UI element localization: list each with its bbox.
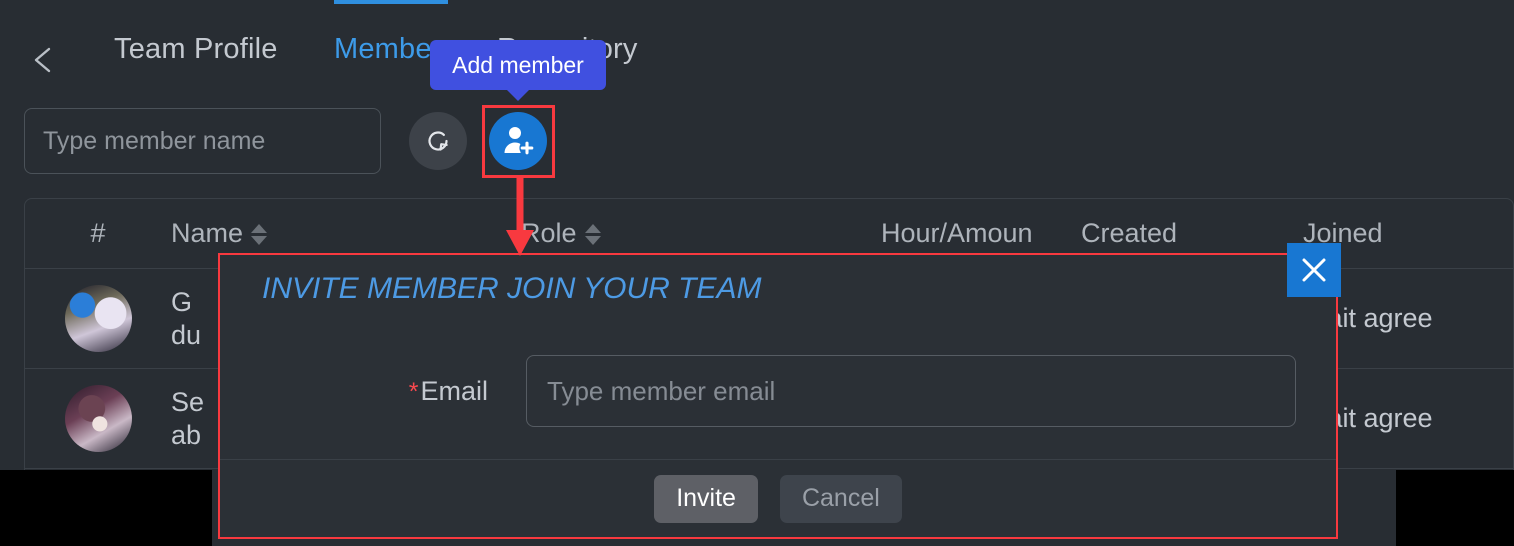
invite-member-modal: INVITE MEMBER JOIN YOUR TEAM *Email Invi… — [218, 243, 1341, 539]
page-title: Team Profile — [114, 33, 278, 65]
viewport-bottom-right-gap — [1396, 470, 1514, 546]
member-avatar — [64, 385, 132, 452]
page-header: Team Profile Members Repository — [0, 18, 1514, 82]
add-user-icon — [504, 127, 535, 156]
column-header-num[interactable]: # — [25, 218, 171, 249]
column-label-num: # — [90, 218, 106, 248]
row-avatar-cell — [25, 285, 171, 352]
sort-icon-role[interactable] — [584, 223, 601, 245]
email-field-label: *Email — [220, 376, 488, 407]
column-label-role: Role — [521, 218, 577, 248]
add-member-button[interactable] — [489, 112, 547, 170]
close-button[interactable] — [1287, 243, 1341, 297]
sort-icon-name[interactable] — [251, 223, 268, 245]
invite-button[interactable]: Invite — [654, 474, 758, 523]
email-field-row: *Email — [220, 355, 1336, 427]
member-avatar — [64, 285, 132, 352]
search-input[interactable] — [24, 108, 381, 174]
viewport-bottom-left-gap — [0, 470, 212, 546]
back-button[interactable] — [28, 44, 60, 76]
column-label-created: Created — [1081, 218, 1178, 248]
cancel-button[interactable]: Cancel — [779, 474, 902, 523]
column-label-hour: Hour/Amoun — [881, 218, 1033, 248]
refresh-button[interactable] — [409, 112, 467, 170]
column-label-name: Name — [171, 218, 244, 248]
add-member-tooltip: Add member — [430, 40, 606, 101]
required-asterisk: * — [408, 377, 419, 406]
app-root: Team Profile Members Repository Add memb… — [0, 0, 1514, 546]
column-header-created[interactable]: Created — [1081, 218, 1303, 249]
modal-body: *Email — [220, 355, 1336, 427]
chevron-left-icon — [34, 47, 51, 73]
column-header-role[interactable]: Role — [521, 218, 881, 249]
close-icon — [1302, 258, 1326, 282]
active-tab-underline — [334, 0, 448, 4]
column-header-hour[interactable]: Hour/Amoun — [881, 218, 1081, 249]
column-header-name[interactable]: Name — [171, 218, 521, 249]
modal-title: INVITE MEMBER JOIN YOUR TEAM — [262, 272, 762, 305]
modal-footer: Invite Cancel — [220, 459, 1336, 537]
row-avatar-cell — [25, 385, 171, 452]
email-label-text: Email — [420, 375, 488, 406]
email-input[interactable] — [526, 355, 1296, 427]
refresh-icon — [428, 131, 448, 151]
